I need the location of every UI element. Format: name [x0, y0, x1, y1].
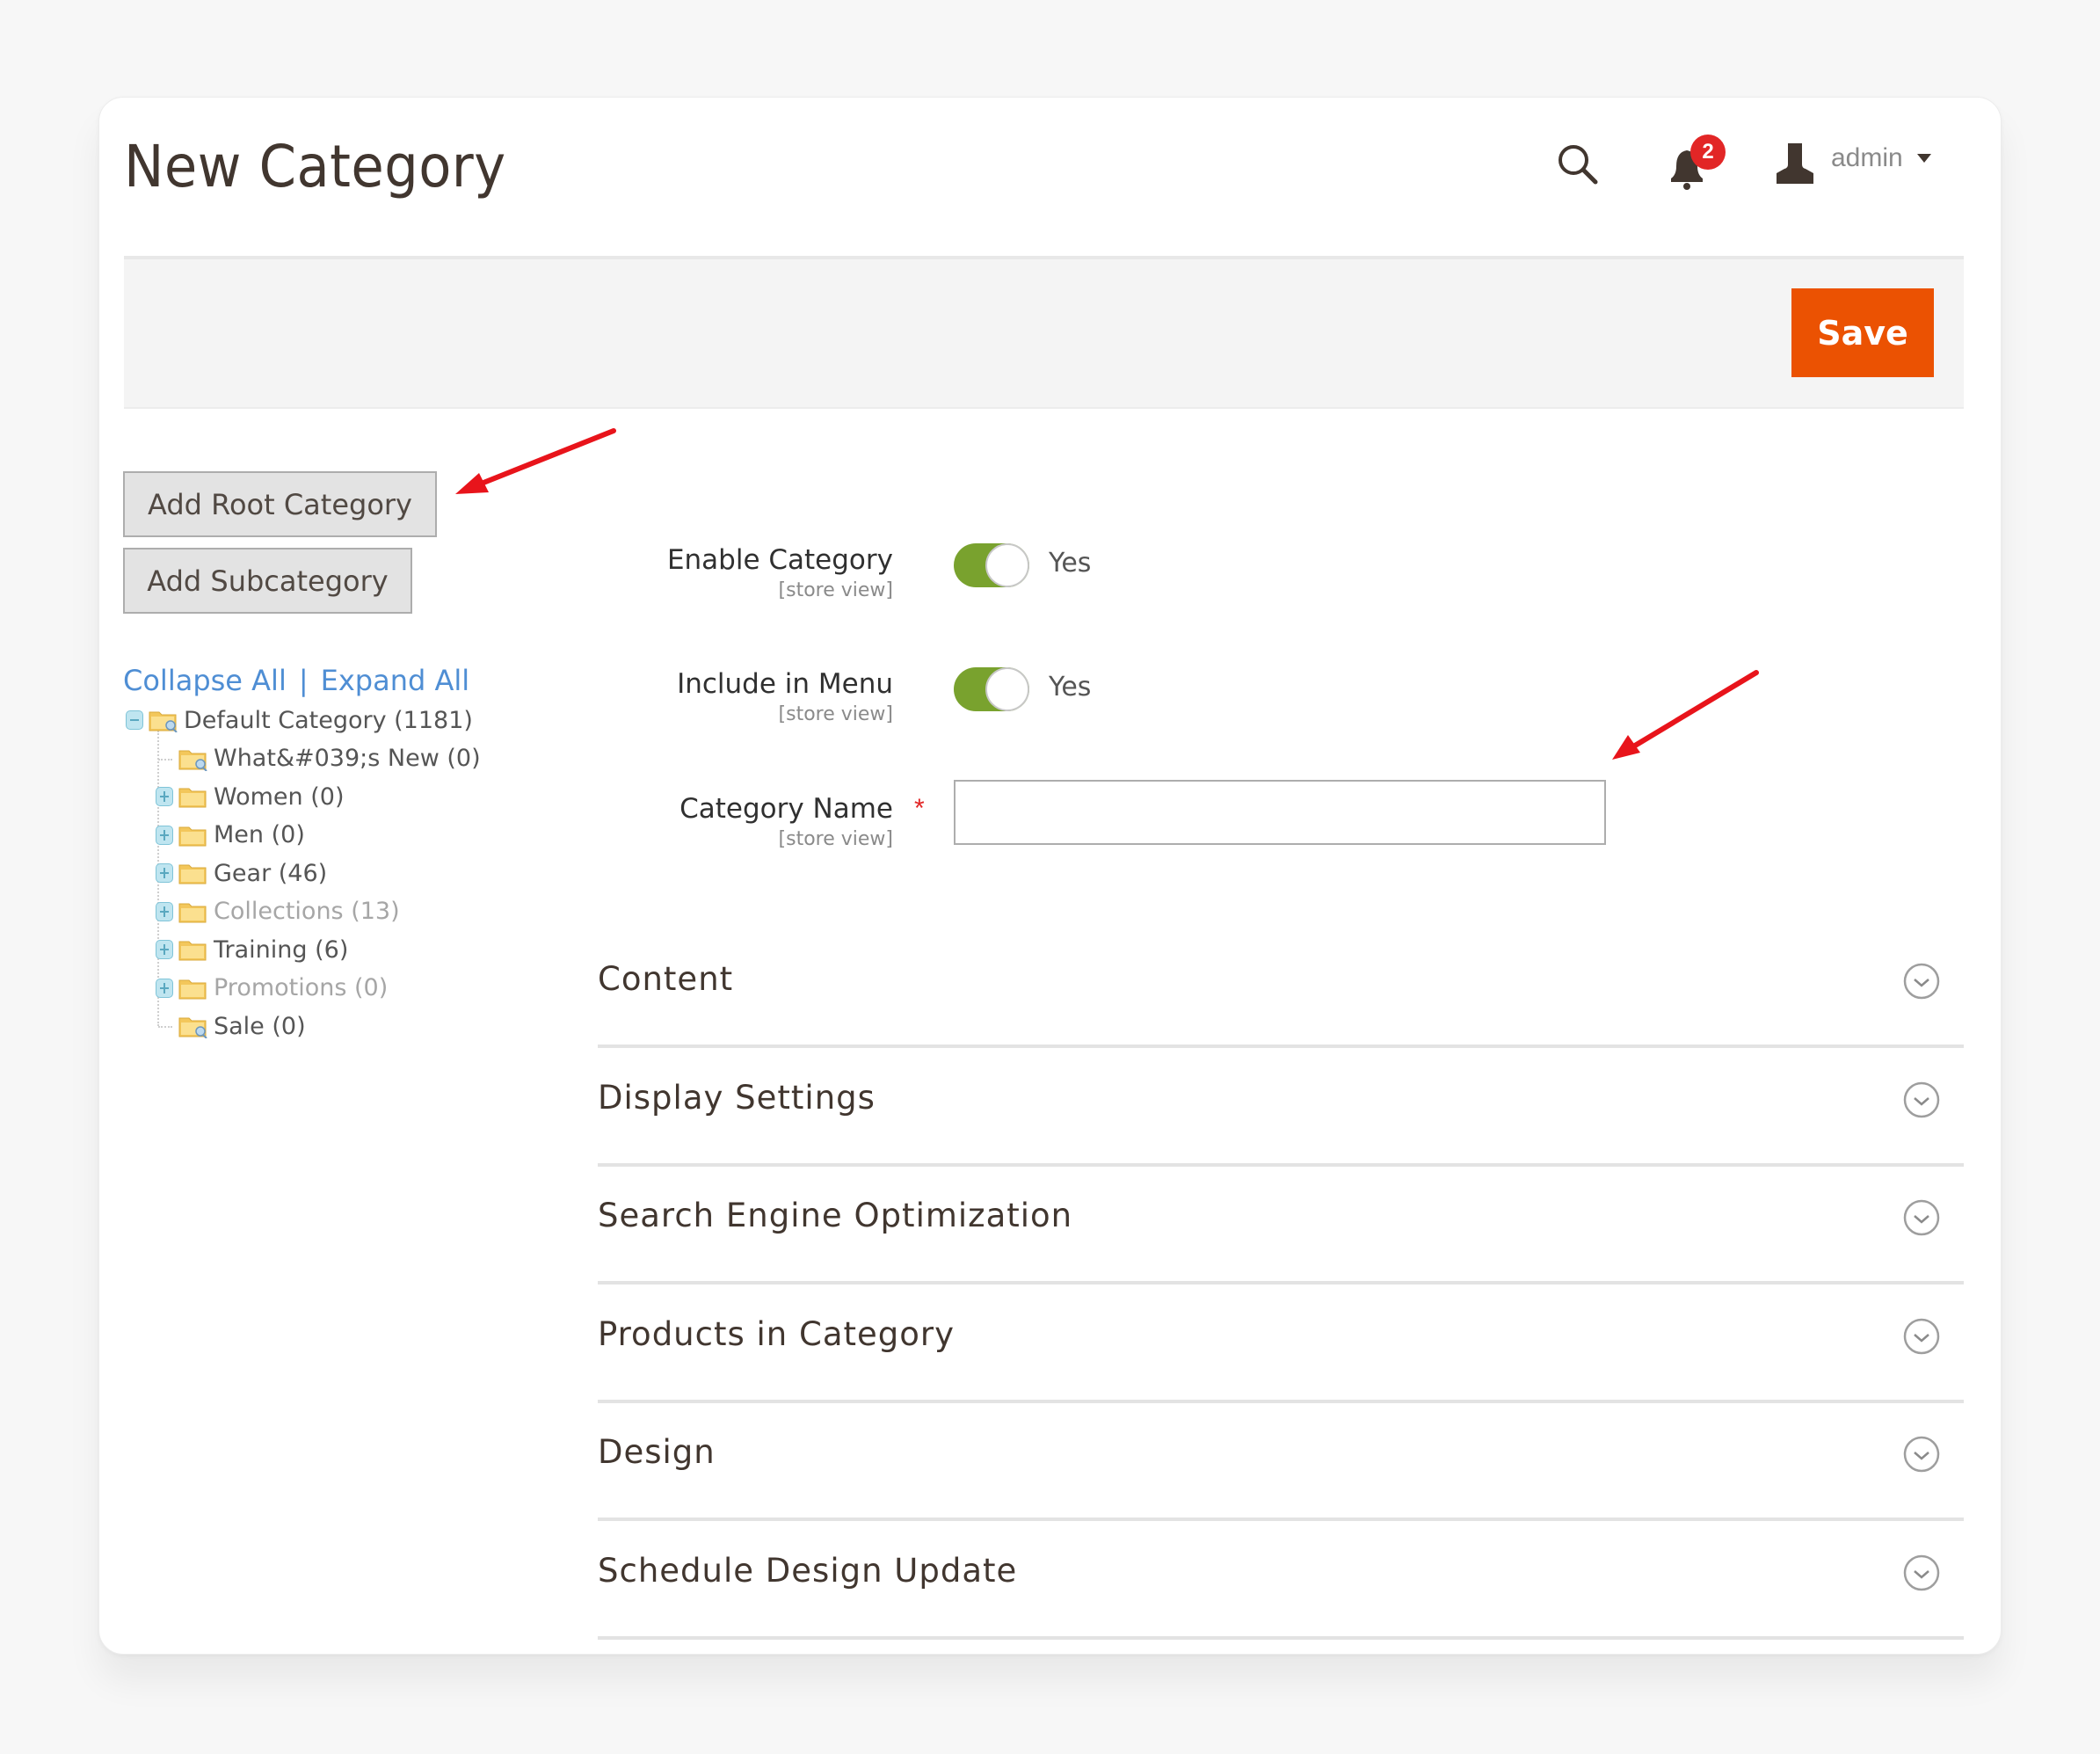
admin-username: admin: [1831, 143, 1903, 172]
chevron-down-circle-icon[interactable]: [1902, 962, 1941, 1001]
collapsible-section[interactable]: Schedule Design Update: [598, 1522, 1964, 1640]
enable-category-label: Enable Category [store view]: [667, 544, 893, 601]
collapsible-section[interactable]: Products in Category: [598, 1285, 1964, 1403]
tree-node[interactable]: Collections (13): [156, 894, 400, 929]
tree-node-label: Men (0): [214, 821, 305, 848]
collapse-all-link[interactable]: Collapse All: [123, 664, 287, 697]
tree-node[interactable]: What&#039;s New (0): [156, 741, 481, 776]
tree-node[interactable]: Promotions (0): [156, 971, 388, 1006]
enable-category-scope: [store view]: [778, 579, 893, 601]
section-title: Content: [598, 960, 734, 998]
enable-category-label-text: Enable Category: [666, 544, 893, 576]
chevron-down-circle-icon[interactable]: [1902, 1081, 1941, 1119]
expand-node-icon[interactable]: [156, 901, 173, 921]
tree-node-label: Training (6): [214, 935, 349, 964]
tree-connector-branch: [158, 758, 172, 761]
tree-node[interactable]: Sale (0): [156, 1008, 306, 1044]
expand-node-icon[interactable]: [156, 863, 173, 883]
tree-controls: Collapse All | Expand All: [123, 664, 469, 697]
section-title: Search Engine Optimization: [598, 1197, 1073, 1234]
tree-node-label: Sale (0): [214, 1012, 306, 1040]
folder-search-icon: [178, 1017, 207, 1038]
add-root-category-button[interactable]: Add Root Category: [123, 471, 437, 537]
tree-node-label: Gear (46): [214, 859, 328, 887]
include-in-menu-value: Yes: [1049, 672, 1092, 702]
folder-icon: [178, 864, 207, 884]
tree-node-label: Collections (13): [214, 898, 400, 925]
required-indicator: *: [914, 794, 925, 823]
section-title: Products in Category: [598, 1314, 956, 1353]
enable-category-toggle[interactable]: [954, 543, 1029, 587]
chevron-down-circle-icon[interactable]: [1902, 1435, 1941, 1474]
tree-connector-branch: [158, 1026, 172, 1028]
folder-icon: [178, 788, 207, 808]
toggle-knob: [985, 667, 1029, 711]
category-name-input[interactable]: [954, 780, 1606, 845]
page-actions-bar: [124, 259, 1964, 409]
category-name-scope: [store view]: [778, 828, 893, 850]
include-in-menu-label: Include in Menu [store view]: [677, 668, 893, 725]
expand-all-link[interactable]: Expand All: [321, 664, 470, 697]
enable-category-value: Yes: [1049, 548, 1092, 579]
tree-links-separator: |: [298, 664, 309, 697]
tree-node[interactable]: Training (6): [156, 932, 348, 967]
folder-icon: [178, 979, 207, 999]
folder-icon: [178, 941, 207, 961]
category-name-label-text: Category Name: [679, 793, 893, 825]
collapsible-section[interactable]: Search Engine Optimization: [598, 1167, 1964, 1285]
tree-node[interactable]: Men (0): [156, 818, 305, 853]
chevron-down-circle-icon[interactable]: [1902, 1317, 1941, 1356]
expand-node-icon[interactable]: [156, 825, 173, 845]
search-icon[interactable]: [1555, 142, 1601, 187]
collapse-node-icon[interactable]: [126, 710, 143, 730]
folder-search-icon: [149, 711, 178, 732]
section-title: Design: [598, 1433, 716, 1471]
collapsible-section[interactable]: Design: [598, 1403, 1964, 1521]
tree-node[interactable]: Women (0): [156, 779, 345, 814]
new-category-panel: New Category 2 admin Save Add Root Categ…: [98, 97, 2002, 1655]
tree-node[interactable]: Gear (46): [156, 855, 327, 891]
category-name-label: Category Name [store view]: [679, 793, 893, 850]
collapsible-section[interactable]: Display Settings: [598, 1049, 1964, 1167]
chevron-down-circle-icon[interactable]: [1902, 1198, 1941, 1237]
include-in-menu-toggle[interactable]: [954, 667, 1029, 711]
folder-icon: [178, 903, 207, 922]
tree-node-label: Promotions (0): [214, 974, 389, 1001]
chevron-down-circle-icon[interactable]: [1902, 1554, 1941, 1592]
expand-node-icon[interactable]: [156, 787, 173, 806]
collapsible-section[interactable]: Content: [598, 930, 1964, 1048]
user-icon[interactable]: [1773, 140, 1817, 187]
section-title: Display Settings: [598, 1078, 876, 1117]
section-title: Schedule Design Update: [598, 1551, 1018, 1590]
save-button[interactable]: Save: [1791, 288, 1934, 377]
include-in-menu-label-text: Include in Menu: [677, 668, 893, 700]
expand-node-icon[interactable]: [156, 978, 173, 998]
folder-search-icon: [178, 750, 207, 771]
tree-node[interactable]: Default Category (1181): [126, 702, 473, 738]
folder-icon: [178, 826, 207, 846]
tree-node-label: Default Category (1181): [184, 706, 473, 734]
caret-down-icon: [1916, 154, 1931, 163]
expand-node-icon[interactable]: [156, 940, 173, 959]
include-in-menu-scope: [store view]: [778, 703, 893, 725]
tree-node-label: Women (0): [214, 782, 345, 811]
notifications-badge[interactable]: 2: [1690, 135, 1726, 170]
add-subcategory-button[interactable]: Add Subcategory: [123, 548, 412, 614]
toggle-knob: [985, 543, 1029, 587]
page-title: New Category: [124, 133, 506, 200]
tree-node-label: What&#039;s New (0): [214, 745, 481, 772]
admin-menu[interactable]: admin: [1831, 143, 1931, 173]
